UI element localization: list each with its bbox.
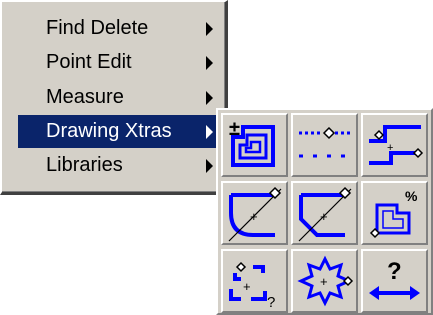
step-line-tool-button[interactable]: + bbox=[361, 113, 428, 177]
chamfer-corner-icon: + bbox=[298, 186, 352, 242]
distance-measure-tool-button[interactable]: ? bbox=[361, 249, 428, 313]
svg-text:+: + bbox=[243, 279, 251, 294]
step-line-icon: + bbox=[369, 125, 424, 165]
menu-item-drawing-xtras[interactable]: Drawing Xtras bbox=[18, 115, 222, 148]
svg-text:+: + bbox=[320, 209, 328, 224]
scaled-outline-tool-button[interactable]: % bbox=[361, 181, 428, 245]
menu-item-label: Find Delete bbox=[46, 17, 149, 39]
fillet-corner-icon: + bbox=[228, 186, 282, 242]
menu-item-label: Libraries bbox=[46, 154, 123, 176]
submenu-arrow-icon bbox=[206, 91, 213, 105]
submenu-arrow-icon bbox=[206, 159, 213, 173]
outline-offset-icon: ± bbox=[229, 118, 275, 167]
dashed-line-icon bbox=[299, 126, 350, 158]
menu-item-measure[interactable]: Measure bbox=[18, 81, 222, 114]
starburst-tool-button[interactable]: + bbox=[291, 249, 358, 313]
menu-item-label: Point Edit bbox=[46, 51, 132, 73]
svg-text:?: ? bbox=[267, 294, 275, 311]
distance-measure-icon: ? bbox=[369, 258, 420, 300]
svg-text:?: ? bbox=[387, 258, 402, 285]
dashed-line-tool-button[interactable] bbox=[291, 113, 358, 177]
chamfer-corner-tool-button[interactable]: + bbox=[291, 181, 358, 245]
submenu-arrow-icon bbox=[206, 125, 213, 139]
starburst-icon: + bbox=[297, 255, 354, 307]
outline-offset-tool-button[interactable]: ± bbox=[221, 113, 288, 177]
menu-item-label: Drawing Xtras bbox=[46, 120, 172, 142]
menu-item-find-delete[interactable]: Find Delete bbox=[18, 12, 222, 45]
svg-text:%: % bbox=[405, 188, 418, 204]
menu-item-label: Measure bbox=[46, 86, 124, 108]
drawing-xtras-palette: ± + + + % + ? + ? bbox=[216, 108, 433, 315]
menu-item-libraries[interactable]: Libraries bbox=[18, 149, 222, 182]
menu-item-point-edit[interactable]: Point Edit bbox=[18, 46, 222, 79]
svg-text:+: + bbox=[320, 274, 328, 289]
fillet-corner-tool-button[interactable]: + bbox=[221, 181, 288, 245]
submenu-arrow-icon bbox=[206, 56, 213, 70]
bracket-text-tool-button[interactable]: + ? bbox=[221, 249, 288, 313]
bracket-text-icon: + ? bbox=[229, 261, 275, 311]
context-menu: Find Delete Point Edit Measure Drawing X… bbox=[0, 0, 228, 195]
svg-text:+: + bbox=[250, 209, 258, 224]
submenu-arrow-icon bbox=[206, 22, 213, 36]
scaled-outline-icon: % bbox=[369, 188, 418, 239]
